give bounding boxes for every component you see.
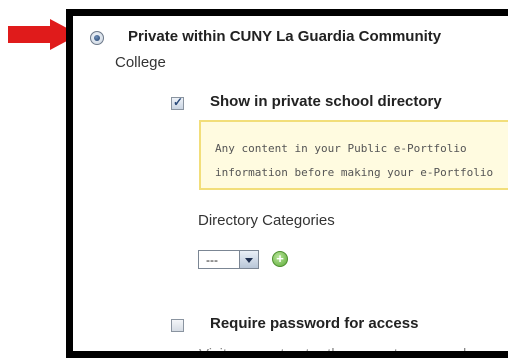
directory-notice-box: Any content in your Public e-Portfolio i… [199,120,508,190]
privacy-option-subtitle: College [115,54,166,71]
checkmark-icon: ✓ [173,95,184,109]
add-category-icon[interactable]: + [272,251,288,267]
select-value: --- [206,253,218,267]
directory-categories-label: Directory Categories [198,212,335,229]
chevron-down-icon [245,258,253,263]
dropdown-button[interactable] [239,251,258,268]
directory-category-select[interactable]: --- [198,250,259,269]
notice-text-line-2: information before making your e-Portfol… [215,166,494,179]
privacy-radio-button[interactable] [90,31,104,45]
radio-selected-dot [94,35,100,41]
require-password-checkbox[interactable] [171,319,184,332]
require-password-label: Require password for access [210,315,419,332]
notice-text-line-1: Any content in your Public e-Portfolio [215,142,467,155]
privacy-option-title: Private within CUNY La Guardia Community [128,28,442,45]
show-in-directory-checkbox[interactable]: ✓ [171,95,184,110]
password-help-text: Visitors must enter the correct password [199,346,467,358]
settings-panel: Private within CUNY La Guardia Community… [66,9,508,358]
show-in-directory-label: Show in private school directory [210,93,442,110]
